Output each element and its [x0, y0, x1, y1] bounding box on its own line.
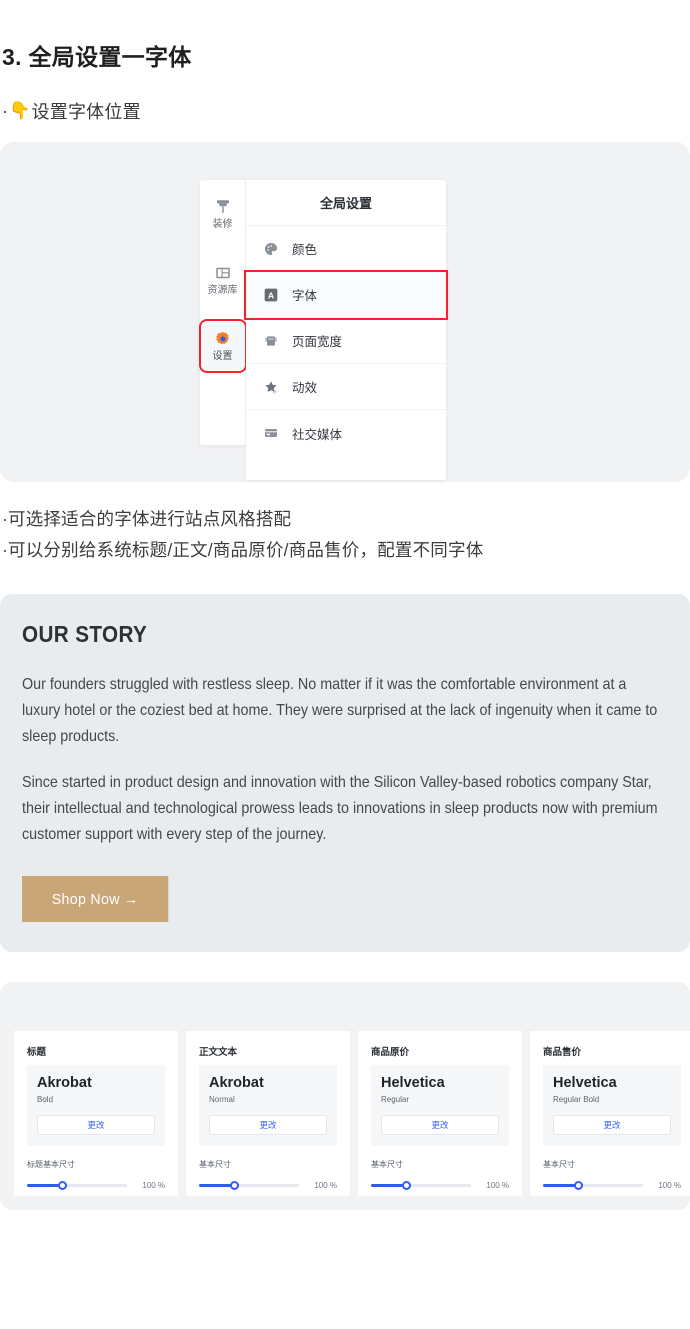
font-size-slider-row: 100 %	[199, 1181, 337, 1191]
font-card-body-text: 正文文本 Akrobat Normal 更改 基本尺寸 100 %	[186, 1031, 350, 1196]
story-paragraph-2: Since started in product design and inno…	[22, 774, 658, 843]
font-size-slider[interactable]	[371, 1181, 471, 1191]
slider-fill	[27, 1184, 62, 1188]
font-size-slider-row: 100 %	[27, 1181, 165, 1191]
slider-fill	[543, 1184, 578, 1188]
font-style: Bold	[37, 1095, 54, 1105]
font-card-body: Akrobat Bold 更改	[27, 1065, 165, 1147]
pointing-down-icon: 👇	[9, 101, 31, 120]
gear-icon	[214, 330, 232, 348]
font-size-slider-row: 100 %	[543, 1181, 681, 1191]
story-heading: OUR STORY	[22, 621, 148, 647]
menu-label-social-media: 社交媒体	[292, 427, 343, 442]
slider-thumb[interactable]	[57, 1181, 67, 1191]
rail-item-decoration[interactable]: 装修	[202, 190, 244, 238]
rail-label-settings: 设置	[212, 351, 233, 362]
library-layout-icon	[214, 264, 232, 282]
font-size-slider[interactable]	[27, 1181, 127, 1191]
font-name: Helvetica	[553, 1075, 617, 1091]
font-card-title: 商品原价	[371, 1047, 410, 1058]
menu-item-page-width[interactable]: 页面宽度	[246, 318, 446, 364]
font-card-body: Helvetica Regular Bold 更改	[543, 1065, 681, 1147]
rail-label-decoration: 装修	[212, 219, 233, 230]
font-name: Akrobat	[209, 1075, 264, 1091]
font-card-title: 标题	[27, 1047, 47, 1058]
paintbrush-icon	[214, 198, 232, 216]
palette-icon	[263, 241, 279, 257]
font-style: Regular Bold	[553, 1095, 600, 1105]
font-name: Akrobat	[37, 1075, 92, 1091]
rail-item-settings[interactable]: 设置	[198, 319, 247, 373]
slider-fill	[371, 1184, 406, 1188]
bullet-marker: ·	[2, 100, 9, 121]
page-width-icon	[263, 333, 279, 349]
description-bullet-2: ·可以分别给系统标题/正文/商品原价/商品售价，配置不同字体	[2, 540, 484, 560]
story-paragraph-1: Our founders struggled with restless sle…	[22, 676, 658, 745]
font-card-title: 商品售价	[543, 1047, 582, 1058]
svg-text:A: A	[268, 290, 275, 300]
font-size-value: 100 %	[142, 1181, 165, 1191]
slider-thumb[interactable]	[401, 1181, 411, 1191]
font-card-heading: 标题 Akrobat Bold 更改 标题基本尺寸 100 %	[14, 1031, 178, 1196]
font-card-body: Helvetica Regular 更改	[371, 1065, 509, 1147]
menu-item-motion[interactable]: 动效	[246, 364, 446, 410]
global-settings-window: 装修 资源库 设置 全局设置 颜色 A 字体 页面宽度 动效 社交媒体	[198, 180, 448, 480]
font-name: Helvetica	[381, 1075, 445, 1091]
font-size-label: 基本尺寸	[199, 1160, 231, 1170]
left-rail: 装修 资源库 设置	[198, 180, 247, 445]
font-style: Normal	[209, 1095, 235, 1105]
font-size-value: 100 %	[658, 1181, 681, 1191]
slider-thumb[interactable]	[229, 1181, 239, 1191]
change-font-button[interactable]: 更改	[37, 1115, 155, 1136]
page-title: 3. 全局设置一字体	[2, 44, 192, 70]
menu-item-social-media[interactable]: 社交媒体	[246, 410, 446, 456]
description-bullet-1: ·可选择适合的字体进行站点风格搭配	[2, 509, 292, 529]
font-size-label: 标题基本尺寸	[27, 1160, 75, 1170]
slider-fill	[199, 1184, 234, 1188]
font-style: Regular	[381, 1095, 410, 1105]
font-settings-panel: 标题 Akrobat Bold 更改 标题基本尺寸 100 % 正文文本 Akr…	[0, 982, 690, 1210]
menu-label-font: 字体	[292, 289, 318, 303]
rail-item-library[interactable]: 资源库	[202, 256, 244, 304]
settings-screenshot-panel: 装修 资源库 设置 全局设置 颜色 A 字体 页面宽度 动效 社交媒体	[0, 142, 690, 482]
font-card-title: 正文文本	[199, 1047, 238, 1058]
menu-item-font[interactable]: A 字体	[244, 270, 448, 320]
pointer-bullet: · 👇 设置字体位置	[0, 72, 690, 124]
menu-item-color[interactable]: 颜色	[246, 226, 446, 272]
change-font-button[interactable]: 更改	[553, 1115, 671, 1136]
menu-label-page-width: 页面宽度	[292, 335, 343, 349]
font-cards-row: 标题 Akrobat Bold 更改 标题基本尺寸 100 % 正文文本 Akr…	[14, 1031, 690, 1196]
change-font-button[interactable]: 更改	[381, 1115, 499, 1136]
story-preview-section: OUR STORY Our founders struggled with re…	[0, 594, 690, 952]
pointer-bullet-text: 设置字体位置	[31, 102, 141, 122]
font-size-label: 基本尺寸	[543, 1160, 575, 1170]
font-size-value: 100 %	[486, 1181, 509, 1191]
font-size-value: 100 %	[314, 1181, 337, 1191]
description-bullets: ·可选择适合的字体进行站点风格搭配 ·可以分别给系统标题/正文/商品原价/商品售…	[0, 482, 690, 566]
font-card-sale-price: 商品售价 Helvetica Regular Bold 更改 基本尺寸 100 …	[530, 1031, 690, 1196]
rail-label-library: 资源库	[207, 285, 238, 296]
font-card-body: Akrobat Normal 更改	[199, 1065, 337, 1147]
font-size-label: 基本尺寸	[371, 1160, 403, 1170]
settings-menu: 全局设置 颜色 A 字体 页面宽度 动效 社交媒体	[244, 180, 448, 480]
slider-thumb[interactable]	[573, 1181, 583, 1191]
menu-label-color: 颜色	[292, 243, 318, 257]
font-size-slider[interactable]	[543, 1181, 643, 1191]
font-a-icon: A	[263, 287, 279, 303]
font-size-slider[interactable]	[199, 1181, 299, 1191]
change-font-button[interactable]: 更改	[209, 1115, 327, 1136]
menu-label-motion: 动效	[292, 381, 318, 395]
font-card-original-price: 商品原价 Helvetica Regular 更改 基本尺寸 100 %	[358, 1031, 522, 1196]
shop-now-button[interactable]: Shop Now →	[22, 876, 169, 922]
panel-title: 全局设置	[246, 180, 446, 226]
font-size-slider-row: 100 %	[371, 1181, 509, 1191]
social-media-card-icon	[263, 425, 279, 441]
star-motion-icon	[263, 379, 279, 395]
